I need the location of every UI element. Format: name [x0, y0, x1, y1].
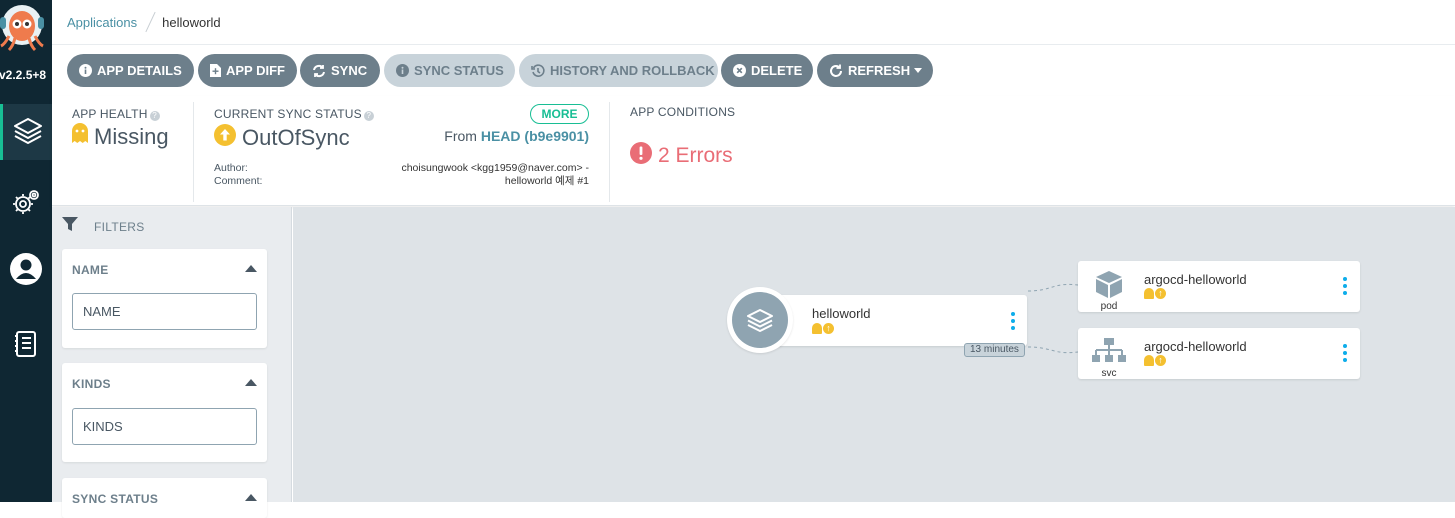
resource-node-pod[interactable]: pod argocd-helloworld ↑ — [1078, 261, 1360, 312]
missing-ghost-icon — [812, 323, 822, 334]
app-conditions-value: 2 Errors — [658, 143, 733, 167]
collapse-caret-icon[interactable] — [245, 494, 257, 501]
app-conditions-errors[interactable]: 2 Errors — [630, 142, 735, 169]
collapse-caret-icon[interactable] — [245, 265, 257, 272]
app-node-icon-circle — [727, 287, 793, 353]
sync-status-value: OutOfSync — [242, 124, 350, 150]
close-circle-icon — [733, 64, 746, 78]
status-panel: APP HEALTH? Missing CURRENT SYNC STATUS?… — [52, 96, 1455, 206]
resource-node-svc[interactable]: svc argocd-helloworld ↑ — [1078, 328, 1360, 379]
breadcrumb-applications-link[interactable]: Applications — [67, 15, 137, 30]
more-button[interactable]: MORE — [530, 104, 589, 124]
sidebar-item-settings[interactable] — [0, 176, 52, 232]
sync-button[interactable]: SYNC — [300, 54, 380, 87]
app-health-label: APP HEALTH? — [72, 107, 169, 121]
sync-revision: From HEAD (b9e9901) — [444, 128, 589, 144]
sidebar-item-applications[interactable] — [0, 104, 52, 160]
layers-icon — [12, 114, 44, 151]
breadcrumb-separator — [145, 11, 156, 33]
filters-header: FILTERS — [62, 217, 145, 236]
filter-card-kinds: KINDS — [62, 363, 267, 462]
sync-status-section: CURRENT SYNC STATUS? MORE OutOfSync From… — [214, 104, 589, 202]
breadcrumb: Applications helloworld — [67, 11, 221, 33]
missing-ghost-icon — [1144, 355, 1154, 366]
delete-button[interactable]: DELETE — [721, 54, 813, 87]
comment-value: helloworld 예제 #1 — [504, 175, 589, 187]
node-status-icons: ↑ — [1144, 288, 1166, 299]
service-network-icon — [1092, 337, 1126, 370]
breadcrumb-current: helloworld — [162, 14, 221, 30]
info-icon — [396, 64, 409, 78]
filters-panel: FILTERS NAME KINDS SYNC STATUS — [52, 207, 292, 518]
name-filter-input[interactable] — [72, 293, 257, 330]
sidebar-item-user-info[interactable] — [0, 243, 52, 299]
argo-logo[interactable] — [0, 0, 52, 66]
app-health-value: Missing — [94, 123, 169, 149]
out-of-sync-icon: ↑ — [823, 323, 834, 334]
chevron-down-icon — [914, 68, 923, 73]
layers-icon — [732, 292, 788, 348]
commit-labels: Author: Comment: — [214, 162, 263, 187]
divider — [193, 102, 194, 202]
node-age-badge: 13 minutes — [964, 343, 1025, 357]
out-of-sync-icon: ↑ — [1155, 355, 1166, 366]
node-menu-button[interactable] — [1343, 277, 1347, 295]
node-menu-button[interactable] — [1343, 344, 1347, 362]
app-conditions-section: APP CONDITIONS 2 Errors — [630, 105, 735, 169]
app-health-section: APP HEALTH? Missing — [72, 107, 169, 150]
pod-cube-icon — [1094, 269, 1124, 304]
action-toolbar: APP DETAILS APP DIFF SYNC SYNC STATUS HI… — [52, 44, 1455, 96]
sync-icon — [312, 64, 326, 78]
error-icon — [630, 142, 652, 169]
revision-link[interactable]: HEAD (b9e9901) — [481, 128, 589, 144]
node-menu-button[interactable] — [1011, 312, 1015, 330]
help-icon[interactable]: ? — [363, 111, 374, 121]
app-node-helloworld[interactable]: helloworld ↑ — [773, 295, 1027, 346]
resource-tree-graph: helloworld ↑ 13 minutes pod argocd-hello… — [293, 207, 1455, 502]
user-icon — [9, 252, 43, 291]
info-icon — [79, 64, 92, 78]
kinds-filter-input[interactable] — [72, 408, 257, 445]
filter-card-sync-status: SYNC STATUS — [62, 478, 267, 518]
refresh-icon — [829, 64, 843, 78]
file-diff-icon — [210, 64, 221, 78]
commit-values: choisungwook <kgg1959@naver.com> - hello… — [401, 162, 589, 188]
missing-ghost-icon — [1144, 288, 1154, 299]
out-of-sync-icon: ↑ — [1155, 288, 1166, 299]
sync-status-button[interactable]: SYNC STATUS — [384, 54, 515, 87]
node-status-icons: ↑ — [812, 323, 834, 334]
divider — [609, 102, 610, 202]
resource-kind-label: pod — [1100, 301, 1118, 312]
refresh-button[interactable]: REFRESH — [817, 54, 933, 87]
gear-icon — [11, 187, 41, 222]
sidebar-item-documentation[interactable] — [0, 318, 52, 374]
missing-ghost-icon — [72, 123, 88, 150]
book-icon — [13, 329, 39, 364]
app-diff-button[interactable]: APP DIFF — [198, 54, 297, 87]
history-rollback-button[interactable]: HISTORY AND ROLLBACK — [519, 54, 718, 87]
app-details-button[interactable]: APP DETAILS — [67, 54, 194, 87]
filter-card-name: NAME — [62, 249, 267, 348]
help-icon[interactable]: ? — [149, 111, 160, 121]
sidebar: v2.2.5+8 — [0, 0, 52, 502]
history-icon — [531, 63, 545, 78]
resource-kind-label: svc — [1101, 368, 1117, 379]
out-of-sync-icon — [214, 124, 236, 151]
app-conditions-label: APP CONDITIONS — [630, 105, 736, 119]
version-label: v2.2.5+8 — [0, 68, 47, 82]
filter-icon — [62, 217, 78, 236]
top-bar: Applications helloworld — [52, 0, 1455, 44]
author-value: choisungwook <kgg1959@naver.com> - — [401, 162, 589, 174]
collapse-caret-icon[interactable] — [245, 379, 257, 386]
node-status-icons: ↑ — [1144, 355, 1166, 366]
